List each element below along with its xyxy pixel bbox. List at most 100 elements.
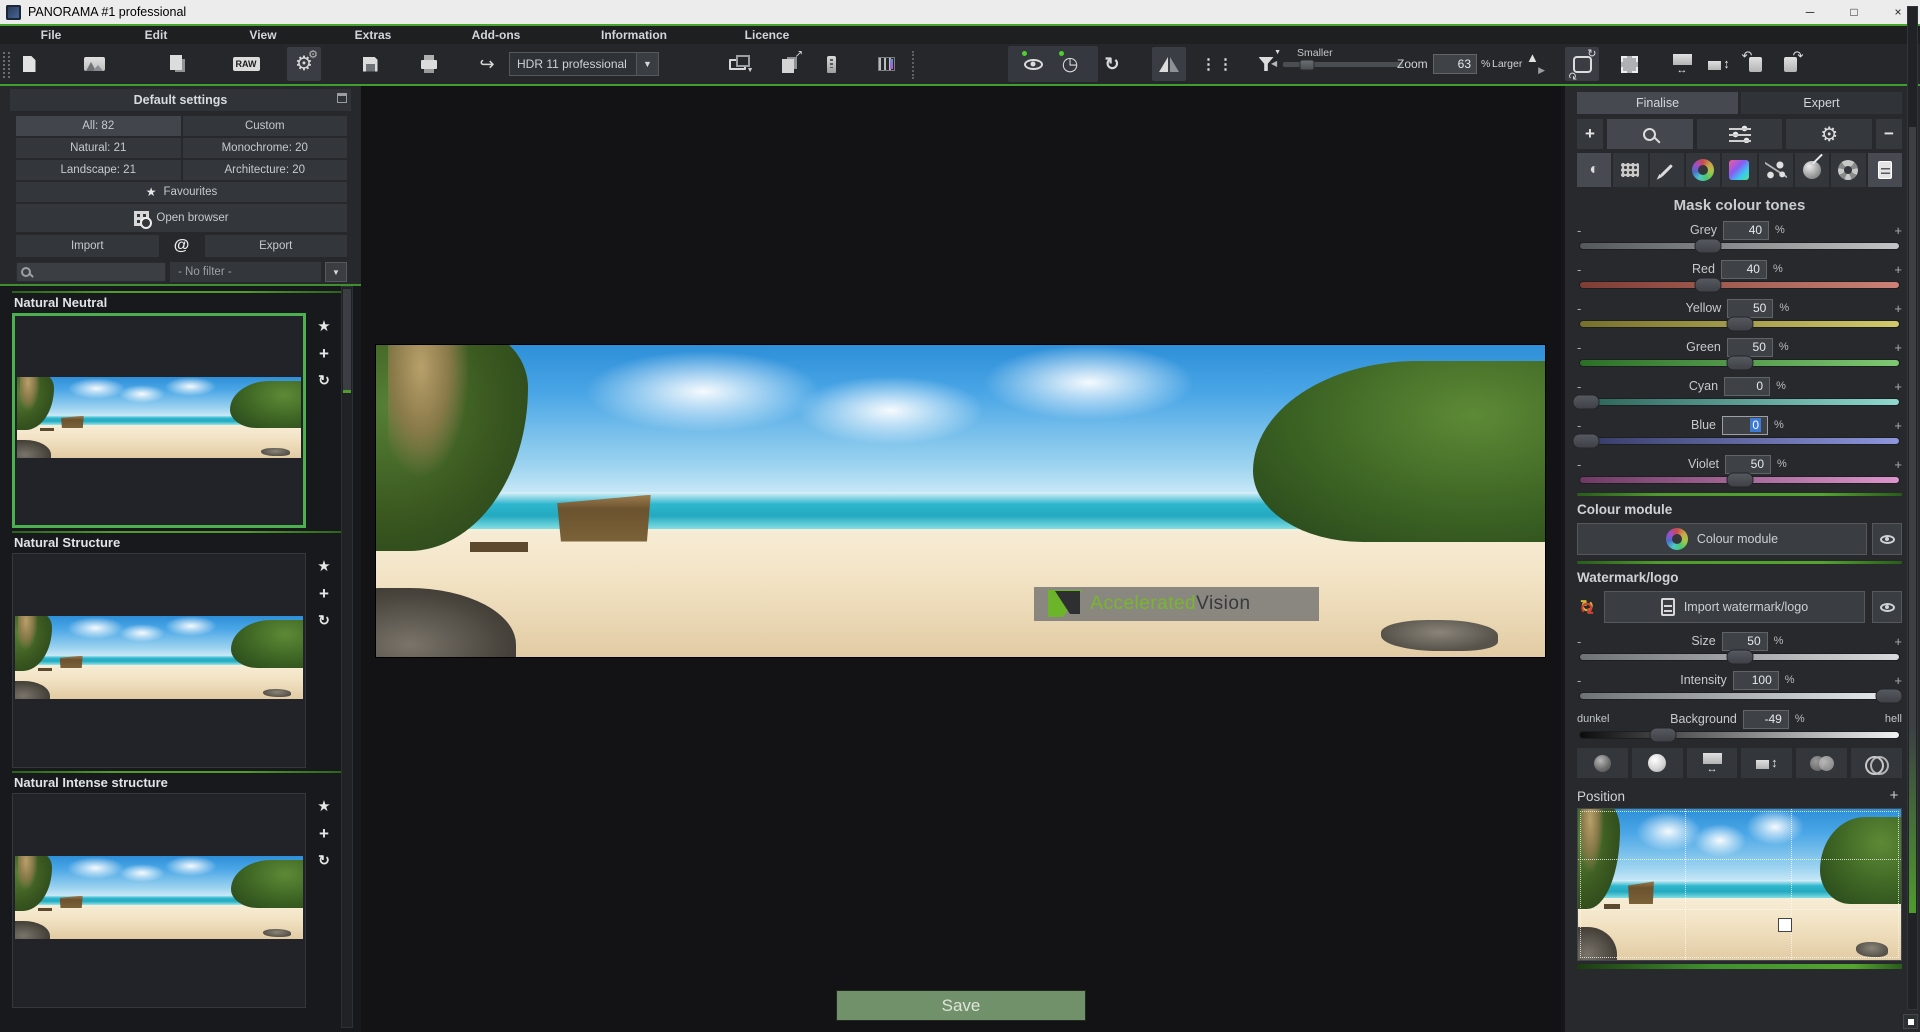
preview-eye-icon[interactable] <box>1016 47 1050 81</box>
reset-preset-icon[interactable]: ↻ <box>318 853 330 867</box>
preset-thumbnail[interactable] <box>12 793 306 1008</box>
colour-cube-icon[interactable] <box>1722 153 1756 187</box>
print-icon[interactable] <box>412 47 446 81</box>
toolbar-drag-handle[interactable] <box>3 52 5 78</box>
decrease-button[interactable]: - <box>1577 673 1619 688</box>
minimize-icon[interactable]: ─ <box>1788 0 1832 24</box>
redo-icon[interactable]: ↻ <box>1095 47 1129 81</box>
slider-left-arrow-icon[interactable]: ◀ <box>1271 59 1277 68</box>
display-layout-icon[interactable] <box>720 47 754 81</box>
increase-button[interactable]: + <box>1860 457 1902 472</box>
menu-extras[interactable]: Extras <box>355 28 392 42</box>
slider-value-field[interactable]: 40 <box>1723 221 1769 240</box>
save-icon[interactable] <box>353 47 387 81</box>
increase-button[interactable]: + <box>1860 418 1902 433</box>
menu-edit[interactable]: Edit <box>145 28 168 42</box>
slider-track[interactable] <box>1579 281 1900 289</box>
favourites-button[interactable]: ★ Favourites <box>16 182 347 202</box>
script-icon[interactable] <box>1868 153 1902 187</box>
remove-icon[interactable]: − <box>1876 119 1902 149</box>
tab-finalise[interactable]: Finalise <box>1577 92 1738 114</box>
menu-file[interactable]: File <box>41 28 62 42</box>
slider-value-field[interactable]: 0 <box>1722 416 1768 435</box>
increase-button[interactable]: + <box>1860 223 1902 238</box>
slider-thumb[interactable] <box>1573 434 1600 449</box>
raw-import-icon[interactable]: RAW <box>229 47 263 81</box>
preset-dropdown[interactable]: HDR 11 professional ▼ <box>509 52 659 76</box>
decrease-button[interactable]: - <box>1577 379 1619 394</box>
histogram-icon[interactable] <box>869 47 903 81</box>
slider-value-field[interactable]: -49 <box>1743 710 1789 729</box>
stretch-height-icon[interactable]: ↕ <box>1741 748 1792 778</box>
slider-value-field[interactable]: 50 <box>1725 455 1771 474</box>
slider-thumb[interactable] <box>1694 239 1721 254</box>
slider-track[interactable] <box>1579 731 1900 739</box>
slider-track[interactable] <box>1579 692 1900 700</box>
retouch-brush-icon[interactable] <box>1795 153 1829 187</box>
decrease-button[interactable]: - <box>1577 418 1619 433</box>
slider-track[interactable] <box>1579 320 1900 328</box>
before-after-icon[interactable]: ◐ <box>1577 153 1611 187</box>
nodes-icon[interactable] <box>1759 153 1793 187</box>
slider-track[interactable] <box>1579 398 1900 406</box>
filter-all[interactable]: All: 82 <box>16 116 181 136</box>
position-thumbnail[interactable] <box>1577 808 1902 961</box>
adjustments-button[interactable] <box>1697 119 1783 149</box>
pan-control-icon[interactable] <box>1516 47 1550 81</box>
selection-area-icon[interactable] <box>1612 47 1646 81</box>
increase-button[interactable]: + <box>1860 262 1902 277</box>
preset-item[interactable]: Natural Structure★+↻ <box>12 531 346 768</box>
copy-document-icon[interactable] <box>159 47 193 81</box>
reset-preset-icon[interactable]: ↻ <box>318 373 330 387</box>
preset-thumbnail[interactable] <box>12 313 306 528</box>
scrollbar-thumb[interactable] <box>343 289 351 393</box>
chevron-down-icon[interactable]: ▼ <box>636 52 659 76</box>
increase-button[interactable]: + <box>1860 634 1902 649</box>
menu-information[interactable]: Information <box>601 28 667 42</box>
slider-thumb[interactable] <box>1726 356 1753 371</box>
filter-monochrome[interactable]: Monochrome: 20 <box>183 138 348 158</box>
save-button[interactable]: Save <box>836 990 1086 1021</box>
search-button[interactable] <box>1607 119 1693 149</box>
favourite-star-icon[interactable]: ★ <box>317 319 330 334</box>
tower-align-icon[interactable] <box>814 47 848 81</box>
increase-button[interactable]: + <box>1860 673 1902 688</box>
slider-track[interactable] <box>1579 359 1900 367</box>
menu-addons[interactable]: Add-ons <box>472 28 521 42</box>
zoom-value-field[interactable]: 63 <box>1433 54 1477 74</box>
aperture-icon[interactable] <box>1831 153 1865 187</box>
add-preset-icon[interactable]: + <box>319 585 329 602</box>
watermark-visibility-button[interactable] <box>1872 591 1902 623</box>
stretch-width-icon[interactable]: ↔ <box>1687 748 1738 778</box>
move-all-icon[interactable]: + <box>1886 788 1902 804</box>
fit-height-icon[interactable]: ↕ <box>1702 47 1736 81</box>
preset-list-scrollbar[interactable] <box>341 286 353 1028</box>
add-icon[interactable]: + <box>1577 119 1603 149</box>
resize-grip[interactable] <box>1903 1014 1918 1029</box>
reset-preset-icon[interactable]: ↻ <box>318 613 330 627</box>
dock-icon[interactable] <box>337 93 347 103</box>
sphere-dark-icon[interactable] <box>1577 748 1628 778</box>
slider-value-field[interactable]: 0 <box>1724 377 1770 396</box>
decrease-button[interactable]: - <box>1577 340 1619 355</box>
panel-scrollbar-thumb[interactable] <box>1909 127 1916 913</box>
increase-button[interactable]: + <box>1860 379 1902 394</box>
add-preset-icon[interactable]: + <box>319 345 329 362</box>
sphere-light-icon[interactable] <box>1632 748 1683 778</box>
settings-gear-icon[interactable]: ⚙ <box>287 47 321 81</box>
preset-dropdown-value[interactable]: HDR 11 professional <box>509 52 637 76</box>
kebab-menu-icon[interactable]: ⋮⋮ <box>1201 47 1235 81</box>
preset-item[interactable]: Natural Intense structure★+↻ <box>12 771 346 1008</box>
tab-expert[interactable]: Expert <box>1741 92 1902 114</box>
slider-thumb[interactable] <box>1726 650 1753 665</box>
overlap-circles-icon[interactable] <box>1796 748 1847 778</box>
fit-width-icon[interactable]: ↔ <box>1665 47 1699 81</box>
slider-thumb[interactable] <box>1649 728 1676 743</box>
flip-horizontal-icon[interactable] <box>1152 47 1186 81</box>
zoom-slider-thumb[interactable] <box>1300 59 1315 70</box>
import-button[interactable]: Import <box>16 235 159 257</box>
colour-wheel-icon[interactable] <box>1686 153 1720 187</box>
slider-thumb[interactable] <box>1876 689 1903 704</box>
maximize-icon[interactable]: □ <box>1832 0 1876 24</box>
auto-settings-button[interactable]: ⚙ <box>1786 119 1872 149</box>
